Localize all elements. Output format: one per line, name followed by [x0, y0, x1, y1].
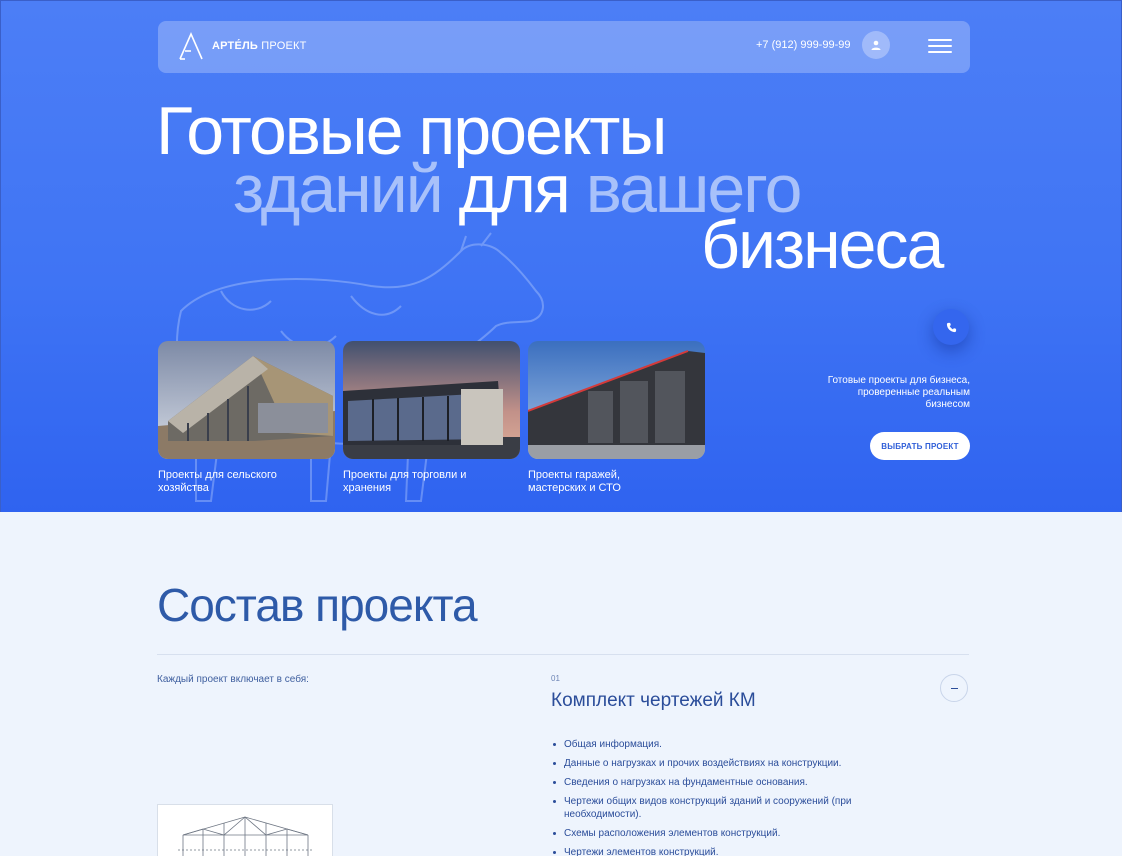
accordion-item-title[interactable]: Комплект чертежей КМ — [551, 690, 756, 712]
list-item: Схемы расположения элементов конструкций… — [553, 827, 883, 840]
menu-icon[interactable] — [928, 39, 952, 53]
divider — [157, 654, 969, 655]
phone-icon — [946, 322, 956, 332]
list-item: Сведения о нагрузках на фундаментные осн… — [553, 776, 883, 789]
hero-title-line-3: бизнеса — [701, 207, 944, 283]
collapse-toggle-button[interactable] — [940, 674, 968, 702]
category-card-trade-storage[interactable]: Проекты для торговли и хранения — [343, 341, 520, 495]
blueprint-drawing-image — [157, 804, 333, 856]
top-navbar: АРТЕ́ЛЬ ПРОЕКТ +7 (912) 999-99-99 — [158, 21, 970, 73]
item-number: 01 — [551, 674, 560, 683]
card-caption: Проекты для торговли и хранения — [343, 469, 467, 494]
user-account-button[interactable] — [862, 31, 890, 59]
phone-link[interactable]: +7 (912) 999-99-99 — [756, 39, 850, 51]
list-item: Чертежи общих видов конструкций зданий и… — [553, 795, 883, 821]
logo[interactable]: АРТЕ́ЛЬ ПРОЕКТ — [176, 31, 307, 61]
card-caption: Проекты для сельского хозяйства — [158, 469, 277, 494]
logo-icon — [179, 32, 203, 60]
category-card-agriculture[interactable]: Проекты для сельского хозяйства — [158, 341, 335, 495]
list-item: Общая информация. — [553, 738, 883, 751]
call-button[interactable] — [933, 309, 969, 345]
minus-icon — [950, 687, 958, 689]
hero-side-text: Готовые проекты для бизнеса, проверенные… — [827, 375, 970, 410]
list-item: Данные о нагрузках и прочих воздействиях… — [553, 757, 883, 770]
trade-building-image — [343, 341, 520, 459]
card-caption: Проекты гаражей, мастерских и СТО — [528, 469, 621, 494]
hero-section: АРТЕ́ЛЬ ПРОЕКТ +7 (912) 999-99-99 Готовы… — [0, 0, 1122, 512]
kit-contents-list: Общая информация. Данные о нагрузках и п… — [553, 738, 883, 856]
garage-building-image — [528, 341, 705, 459]
user-icon — [871, 40, 881, 50]
includes-label: Каждый проект включает в себя: — [157, 674, 309, 685]
category-card-garages[interactable]: Проекты гаражей, мастерских и СТО — [528, 341, 705, 495]
section-title: Состав проекта — [157, 579, 478, 631]
agriculture-building-image — [158, 341, 335, 459]
project-composition-section: Состав проекта Каждый проект включает в … — [0, 512, 1122, 856]
logo-text: АРТЕ́ЛЬ ПРОЕКТ — [212, 40, 307, 52]
list-item: Чертежи элементов конструкций. — [553, 846, 883, 856]
choose-project-button[interactable]: ВЫБРАТЬ ПРОЕКТ — [870, 432, 970, 460]
